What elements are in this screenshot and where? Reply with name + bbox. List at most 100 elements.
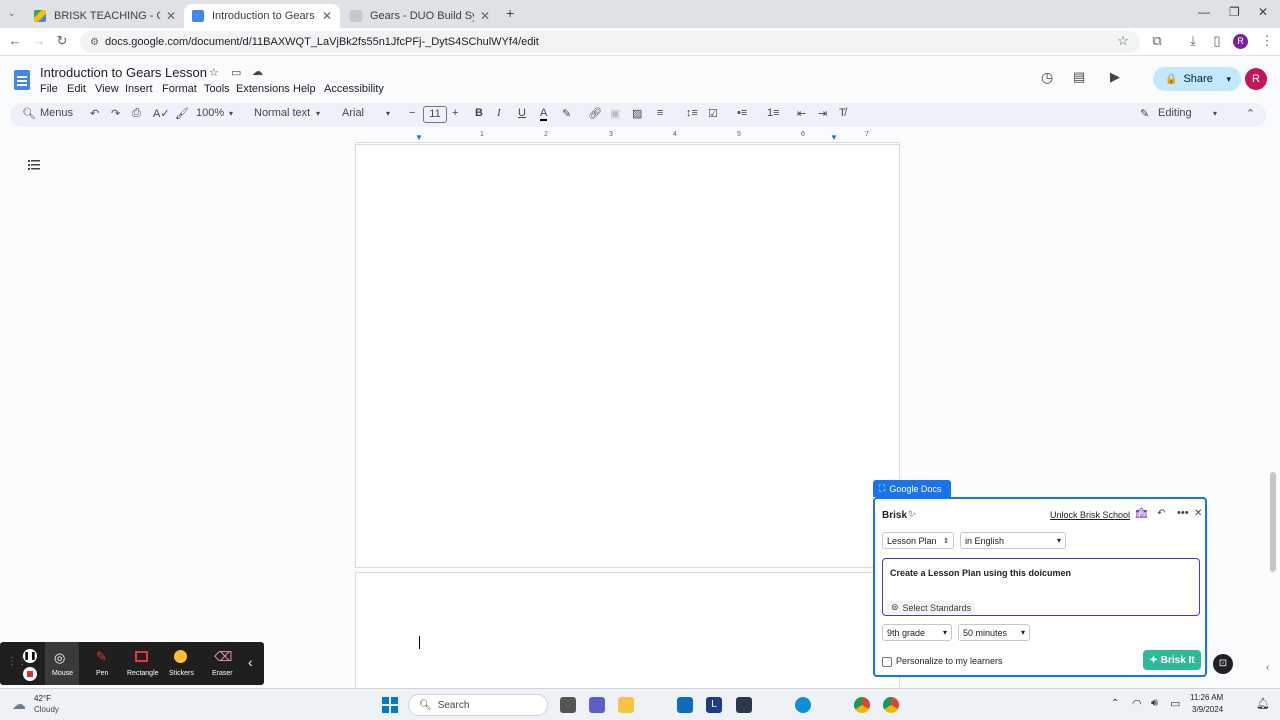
undo-icon[interactable]: ↶ <box>90 107 99 120</box>
new-tab-icon[interactable]: + <box>506 5 514 21</box>
chevron-down-icon[interactable]: ▾ <box>1213 109 1217 118</box>
ruler[interactable]: ▼ ▼ 1 2 3 4 5 6 7 <box>355 131 900 143</box>
notifications-icon[interactable]: 🔔︎ <box>1256 697 1270 710</box>
download-icon[interactable]: ⤓ <box>1184 33 1202 49</box>
rectangle-icon[interactable] <box>135 651 148 662</box>
underline-icon[interactable]: U <box>518 107 526 119</box>
bullet-list-icon[interactable]: •≡ <box>737 107 747 119</box>
editing-mode-select[interactable]: Editing <box>1158 107 1192 119</box>
stickers-icon[interactable] <box>174 650 187 663</box>
mail-icon[interactable] <box>677 697 693 713</box>
bold-icon[interactable]: B <box>475 107 483 119</box>
back-icon[interactable]: ← <box>6 33 24 48</box>
reload-icon[interactable]: ↻ <box>53 33 71 49</box>
tab-search-icon[interactable]: ⌄ <box>8 8 16 19</box>
redo-icon[interactable]: ↷ <box>111 107 120 120</box>
close-icon[interactable]: ✕ <box>322 9 332 23</box>
select-standards-button[interactable]: ⊜ Select Standards <box>887 601 976 614</box>
clear-formatting-icon[interactable]: T̸ <box>839 107 846 119</box>
star-icon[interactable]: ☆ <box>209 66 219 79</box>
scrollbar[interactable] <box>1270 472 1276 572</box>
forward-icon[interactable]: → <box>30 33 48 48</box>
browser-menu-icon[interactable]: ⋮ <box>1258 33 1276 49</box>
chevron-down-icon[interactable]: ▾ <box>386 109 390 118</box>
side-collapse-icon[interactable]: ‹ <box>1266 662 1269 673</box>
menu-insert[interactable]: Insert <box>125 83 153 95</box>
clock-date[interactable]: 3/9/2024 <box>1192 705 1223 714</box>
duration-select[interactable]: 50 minutes ▾ <box>958 624 1030 641</box>
language-select[interactable]: in English ▾ <box>960 532 1066 549</box>
menu-format[interactable]: Format <box>162 83 197 95</box>
menu-help[interactable]: Help <box>293 83 316 95</box>
grade-select[interactable]: 9th grade ▾ <box>882 624 952 641</box>
indent-marker-icon[interactable]: ▼ <box>415 133 423 142</box>
start-icon[interactable] <box>382 697 398 713</box>
align-icon[interactable]: ≡ <box>657 107 663 119</box>
italic-icon[interactable]: I <box>497 107 501 119</box>
personalize-checkbox[interactable] <box>882 657 892 667</box>
collapse-toolbar-icon[interactable]: ⌃ <box>1246 107 1255 120</box>
right-margin-marker-icon[interactable]: ▼ <box>830 133 838 142</box>
cloud-status-icon[interactable]: ☁ <box>252 65 263 78</box>
battery-icon[interactable]: ▭ <box>1170 697 1180 710</box>
app-network-icon[interactable] <box>736 697 752 713</box>
document-page[interactable] <box>355 144 900 568</box>
zoom-select[interactable]: 100% <box>196 107 224 119</box>
weather-icon[interactable]: ☁ <box>12 696 26 713</box>
highlight-icon[interactable]: ✎ <box>562 107 571 120</box>
font-size-increase-icon[interactable]: + <box>452 107 458 119</box>
font-size-field[interactable]: 11 <box>423 106 447 123</box>
url-bar[interactable]: ⚙ docs.google.com/document/d/11BAXWQT_La… <box>80 31 1140 53</box>
extensions-icon[interactable]: ⧉ <box>1148 33 1166 49</box>
stop-icon[interactable] <box>23 667 37 681</box>
bookmark-star-icon[interactable]: ☆ <box>1114 33 1132 49</box>
profile-avatar[interactable]: R <box>1233 34 1248 49</box>
pen-icon[interactable]: ✎ <box>96 649 107 665</box>
wifi-icon[interactable]: ◠ <box>1132 697 1142 710</box>
text-color-icon[interactable]: A <box>540 107 548 121</box>
menu-accessibility[interactable]: Accessibility <box>324 83 384 95</box>
print-icon[interactable]: ⎙ <box>132 107 141 120</box>
restore-icon[interactable]: ❐ <box>1229 5 1240 19</box>
menu-tools[interactable]: Tools <box>204 83 230 95</box>
search-menus[interactable]: Menus <box>40 107 73 119</box>
chevron-down-icon[interactable]: ▾ <box>229 109 233 118</box>
numbered-list-icon[interactable]: 1≡ <box>767 107 780 119</box>
menu-file[interactable]: File <box>40 83 58 95</box>
chevron-down-icon[interactable]: ▾ <box>1226 74 1231 85</box>
document-page[interactable] <box>355 572 900 692</box>
brisk-it-button[interactable]: ✦ Brisk It <box>1143 650 1201 670</box>
undo-icon[interactable]: ↶ <box>1157 508 1165 519</box>
unlock-brisk-school-link[interactable]: Unlock Brisk School <box>1050 510 1130 520</box>
document-title[interactable]: Introduction to Gears Lesson <box>40 65 207 80</box>
image-icon[interactable]: ▨ <box>632 107 642 120</box>
minimize-icon[interactable]: — <box>1198 5 1210 19</box>
chrome-icon[interactable] <box>854 697 870 713</box>
edge-icon[interactable] <box>795 697 811 713</box>
app-l-icon[interactable]: L <box>706 697 722 713</box>
checklist-icon[interactable]: ☑ <box>708 107 718 120</box>
lesson-type-select[interactable]: Lesson Plan ⇕ <box>882 532 954 549</box>
increase-indent-icon[interactable]: ⇥ <box>818 107 827 120</box>
site-info-icon[interactable]: ⚙ <box>90 37 99 48</box>
task-view-icon[interactable] <box>560 697 576 713</box>
chevron-down-icon[interactable]: ▾ <box>316 109 320 118</box>
share-button[interactable]: 🔒 Share ▾ <box>1153 67 1241 91</box>
comments-icon[interactable]: ▤ <box>1073 69 1085 85</box>
pause-icon[interactable]: ❚❚ <box>23 649 37 663</box>
close-icon[interactable]: ✕ <box>480 9 490 23</box>
version-history-icon[interactable]: ◷ <box>1041 69 1053 86</box>
prompt-input[interactable]: Create a Lesson Plan using this doicumen… <box>882 558 1200 616</box>
tab-gears-duo[interactable]: Gears - DUO Build System ✕ <box>342 4 498 28</box>
menu-extensions[interactable]: Extensions <box>236 83 290 95</box>
tab-brisk-teaching[interactable]: BRISK TEACHING - Google Driv ✕ <box>26 4 184 28</box>
font-size-decrease-icon[interactable]: − <box>409 107 415 119</box>
meet-icon[interactable]: ▶ <box>1110 69 1120 85</box>
line-spacing-icon[interactable]: ↕≡ <box>686 107 698 119</box>
font-select[interactable]: Arial <box>342 107 364 119</box>
taskbar-search[interactable]: 🔍︎ Search <box>408 694 548 716</box>
collapse-chevron-icon[interactable]: ‹ <box>248 654 253 670</box>
window-close-icon[interactable]: ✕ <box>1258 5 1268 19</box>
tray-chevron-icon[interactable]: ⌃ <box>1111 698 1119 709</box>
comment-icon[interactable]: ▣ <box>610 107 620 120</box>
